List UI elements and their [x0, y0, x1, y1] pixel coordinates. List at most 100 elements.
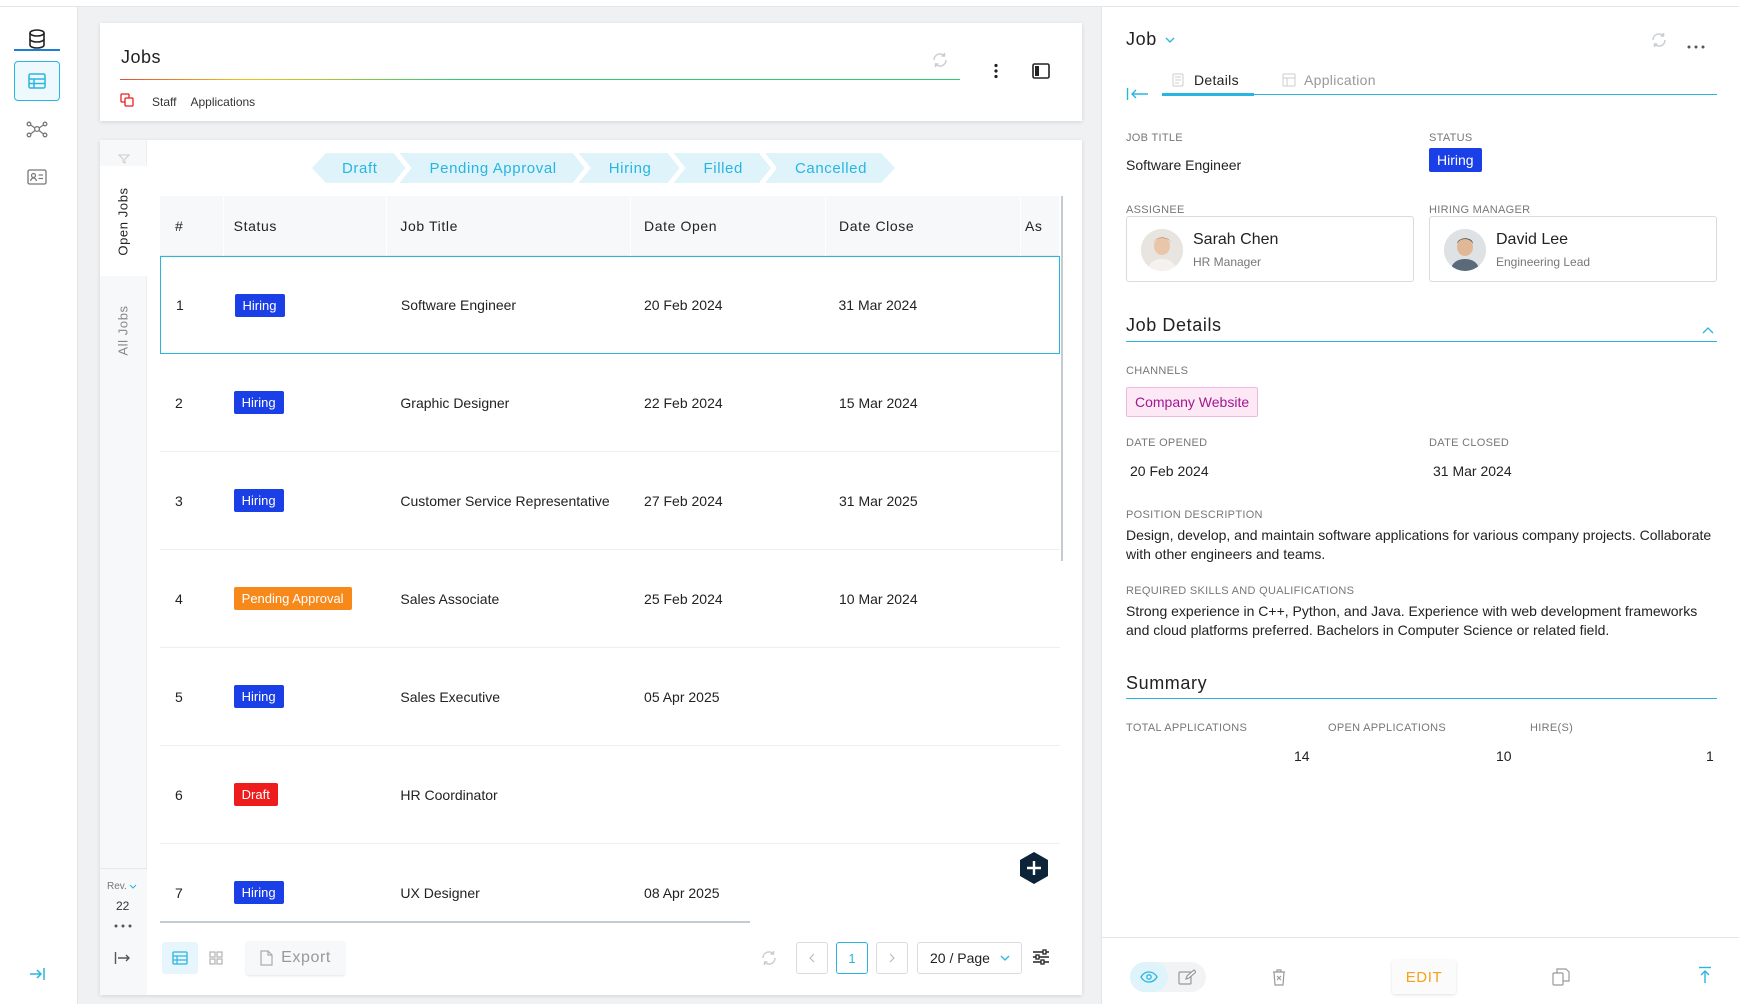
tab-details-label: Details [1194, 72, 1239, 88]
settings-sliders-icon[interactable] [1032, 949, 1050, 968]
more-options-icon[interactable] [993, 63, 999, 82]
table-row[interactable]: 7 Hiring UX Designer 08 Apr 2025 [160, 844, 1060, 921]
next-page-button[interactable] [876, 942, 908, 974]
view-edit-toggle [1130, 962, 1206, 992]
skills-text: Strong experience in C++, Python, and Ja… [1126, 603, 1698, 638]
revision-label: Rev. [107, 881, 127, 892]
table-row[interactable]: 2 Hiring Graphic Designer 22 Feb 2024 15 Mar… [160, 354, 1060, 452]
row-date-open: 20 Feb 2024 [643, 297, 723, 313]
database-icon[interactable] [14, 19, 60, 59]
detail-more-icon[interactable] [1686, 37, 1706, 53]
status-filter-bar: Draft Pending Approval Hiring Filled Can… [312, 153, 889, 183]
export-button[interactable]: Export [246, 941, 345, 975]
column-header-job-title[interactable]: Job Title [387, 196, 632, 256]
filter-pending-approval[interactable]: Pending Approval [400, 153, 585, 183]
toggle-panel-icon[interactable] [1032, 63, 1050, 82]
assignee-card[interactable]: Sarah Chen HR Manager [1126, 216, 1414, 282]
filter-draft[interactable]: Draft [312, 153, 406, 183]
job-title-label: JOB TITLE [1126, 132, 1183, 144]
row-date-open: 27 Feb 2024 [644, 492, 723, 509]
tab-details[interactable]: Details [1172, 72, 1239, 88]
add-job-button[interactable] [1017, 851, 1051, 885]
tab-application-label: Application [1304, 72, 1376, 88]
left-nav-rail [0, 7, 78, 1004]
filter-icon[interactable] [100, 154, 147, 164]
job-title-value: Software Engineer [1126, 157, 1242, 173]
column-header-assignee[interactable]: As [1021, 196, 1060, 256]
page-1-button[interactable]: 1 [836, 942, 868, 974]
table-row[interactable]: 3 Hiring Customer Service Representative 27… [160, 452, 1060, 550]
hiring-manager-card[interactable]: David Lee Engineering Lead [1429, 216, 1717, 282]
tab-open-jobs[interactable]: Open Jobs [100, 166, 147, 276]
table-row[interactable]: 1 Hiring Software Engineer 20 Feb 2024 31 Ma… [160, 256, 1060, 354]
link-applications[interactable]: Applications [190, 95, 255, 109]
expand-sidebar-icon[interactable] [14, 954, 60, 994]
row-date-open: 22 Feb 2024 [644, 394, 723, 411]
table-view-icon[interactable] [14, 61, 60, 101]
assignee-name: Sarah Chen [1193, 231, 1279, 248]
status-badge: Pending Approval [233, 587, 352, 610]
summary-divider [1126, 698, 1717, 699]
collapse-left-icon[interactable] [1126, 87, 1150, 104]
row-number: 3 [175, 492, 183, 509]
eye-icon[interactable] [1130, 962, 1168, 992]
horizontal-scrollbar[interactable] [160, 921, 750, 923]
table-footer: Export 1 20 / Page [160, 938, 1060, 978]
scroll-to-top-icon[interactable] [1698, 966, 1712, 987]
prev-page-button[interactable] [796, 942, 828, 974]
row-job-title: Software Engineer [400, 297, 517, 313]
detail-refresh-icon[interactable] [1650, 31, 1668, 52]
row-number: 4 [175, 590, 183, 607]
exit-icon[interactable] [114, 951, 132, 968]
chevron-up-icon[interactable] [1702, 321, 1714, 337]
column-header-status[interactable]: Status [224, 196, 388, 256]
copy-red-icon[interactable] [120, 93, 134, 110]
tab-all-jobs[interactable]: All Jobs [100, 280, 147, 380]
column-header-date-open[interactable]: Date Open [631, 196, 826, 256]
assignee-role: HR Manager [1193, 255, 1262, 269]
list-view-icon[interactable] [162, 942, 198, 974]
network-graph-icon[interactable] [14, 109, 60, 149]
refresh-icon[interactable] [931, 51, 949, 72]
row-date-open: 05 Apr 2025 [644, 688, 720, 705]
channel-chip: Company Website [1126, 387, 1259, 417]
edit-pencil-icon[interactable] [1168, 969, 1206, 985]
chevron-down-icon [1165, 37, 1175, 43]
status-badge: Hiring [234, 293, 285, 317]
more-horizontal-icon[interactable] [113, 921, 133, 932]
detail-title: Job [1126, 29, 1157, 49]
filter-cancelled[interactable]: Cancelled [765, 153, 895, 183]
vertical-tabs: Open Jobs All Jobs [100, 140, 147, 995]
column-header-date-close[interactable]: Date Close [826, 196, 1021, 256]
duplicate-icon[interactable] [1552, 968, 1570, 989]
detail-tabs: Details Application [1162, 67, 1717, 96]
detail-title-dropdown[interactable]: Job [1126, 29, 1175, 50]
details-icon [1172, 73, 1184, 87]
filter-filled[interactable]: Filled [674, 153, 771, 183]
status-badge: Hiring [1429, 148, 1482, 172]
delete-icon[interactable] [1271, 968, 1287, 989]
page-size-select[interactable]: 20 / Page [917, 942, 1022, 974]
edit-button[interactable]: EDIT [1392, 960, 1456, 994]
refresh-page-icon[interactable] [760, 949, 778, 970]
hiring-manager-role: Engineering Lead [1496, 255, 1591, 269]
vertical-scrollbar[interactable] [1061, 196, 1063, 561]
link-staff[interactable]: Staff [152, 95, 176, 109]
table-row[interactable]: 5 Hiring Sales Executive 05 Apr 2025 [160, 648, 1060, 746]
contact-card-icon[interactable] [14, 157, 60, 197]
table-row[interactable]: 4 Pending Approval Sales Associate 25 Feb 2… [160, 550, 1060, 648]
row-status: Hiring [224, 489, 388, 512]
row-number: 1 [176, 297, 184, 313]
grid-view-icon[interactable] [198, 942, 234, 974]
tab-application[interactable]: Application [1282, 72, 1376, 88]
revision-selector[interactable]: Rev. [107, 881, 137, 892]
revision-count: 22 [116, 899, 130, 913]
row-number: 7 [175, 884, 183, 901]
position-description-label: POSITION DESCRIPTION [1126, 509, 1263, 521]
filter-hiring[interactable]: Hiring [579, 153, 680, 183]
header-links: Staff Applications [120, 93, 255, 110]
job-details-divider [1126, 341, 1717, 342]
column-header-number[interactable]: # [160, 196, 224, 256]
job-details-heading: Job Details [1126, 315, 1222, 335]
table-row[interactable]: 6 Draft HR Coordinator [160, 746, 1060, 844]
